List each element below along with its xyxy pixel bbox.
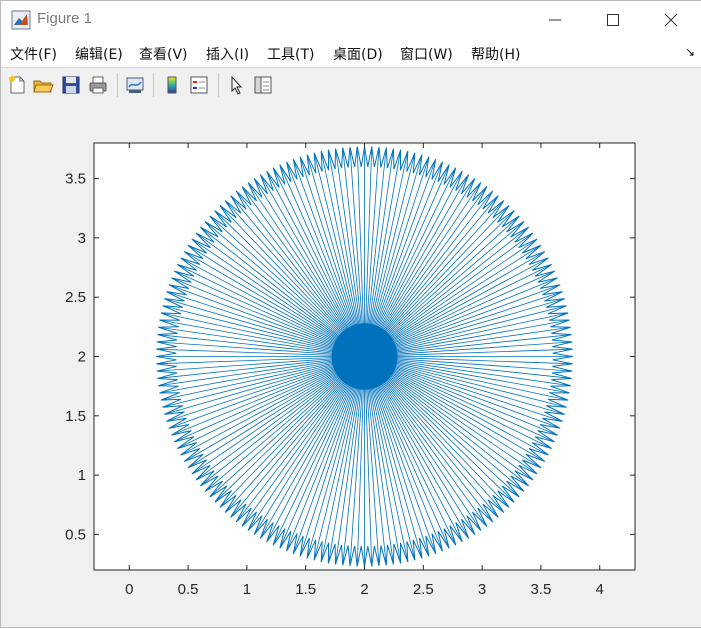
x-tick-label: 0 (125, 581, 133, 598)
menu-file[interactable]: 文件(F) (10, 44, 57, 64)
insert-legend-icon[interactable] (188, 74, 210, 96)
dense-center-hub (331, 323, 398, 390)
menu-window[interactable]: 窗口(W) (400, 44, 453, 64)
title-bar[interactable]: Figure 1 (1, 1, 701, 39)
figure-canvas: 0 0.5 1 1.5 2 2.5 3 3.5 4 0.5 1 1.5 2 2.5 3 3.5 (1, 102, 701, 627)
x-tick-label: 0.5 (178, 581, 199, 598)
menu-bar: 文件(F) 编辑(E) 查看(V) 插入(I) 工具(T) 桌面(D) 窗口(W… (1, 39, 701, 67)
x-tick-label: 3.5 (530, 581, 551, 598)
y-tick-label: 1 (78, 467, 86, 484)
y-tick-label: 2 (78, 349, 86, 366)
x-tick-label: 1 (243, 581, 251, 598)
new-figure-icon[interactable] (6, 74, 28, 96)
matlab-icon (11, 10, 31, 30)
minimize-button[interactable] (526, 1, 584, 39)
y-tick-label: 3 (78, 230, 86, 247)
print-icon[interactable] (87, 74, 109, 96)
toolbar (1, 67, 701, 103)
minimize-icon (549, 19, 561, 21)
x-tick-label: 2 (360, 581, 368, 598)
x-tick-label: 1.5 (295, 581, 316, 598)
y-tick-label: 3.5 (65, 171, 86, 188)
x-tick-label: 3 (478, 581, 486, 598)
menu-insert[interactable]: 插入(I) (206, 44, 249, 64)
menu-edit[interactable]: 编辑(E) (75, 44, 123, 64)
maximize-button[interactable] (584, 1, 642, 39)
save-icon[interactable] (60, 74, 82, 96)
open-file-icon[interactable] (32, 74, 54, 96)
x-tick-label: 2.5 (413, 581, 434, 598)
edit-plot-pointer-icon[interactable] (226, 74, 248, 96)
y-tick-label: 2.5 (65, 289, 86, 306)
link-plot-icon[interactable] (124, 74, 146, 96)
menu-help[interactable]: 帮助(H) (471, 44, 520, 64)
axes[interactable]: 0 0.5 1 1.5 2 2.5 3 3.5 4 0.5 1 1.5 2 2.5 3 3.5 (1, 102, 701, 627)
menu-desktop[interactable]: 桌面(D) (333, 44, 383, 64)
property-inspector-icon[interactable] (252, 74, 274, 96)
menu-view[interactable]: 查看(V) (139, 44, 188, 64)
y-tick-label: 1.5 (65, 408, 86, 425)
menu-tools[interactable]: 工具(T) (267, 44, 314, 64)
close-button[interactable] (642, 1, 700, 39)
figure-window: Figure 1 文件(F) 编辑(E) 查看(V) 插入(I) 工具(T) 桌… (0, 0, 701, 628)
y-tick-label: 0.5 (65, 526, 86, 543)
dock-arrow-icon[interactable]: ↘ (685, 45, 695, 59)
window-title: Figure 1 (37, 10, 93, 27)
insert-colorbar-icon[interactable] (161, 74, 183, 96)
close-icon (664, 13, 678, 27)
maximize-icon (607, 14, 619, 26)
x-tick-label: 4 (596, 581, 604, 598)
